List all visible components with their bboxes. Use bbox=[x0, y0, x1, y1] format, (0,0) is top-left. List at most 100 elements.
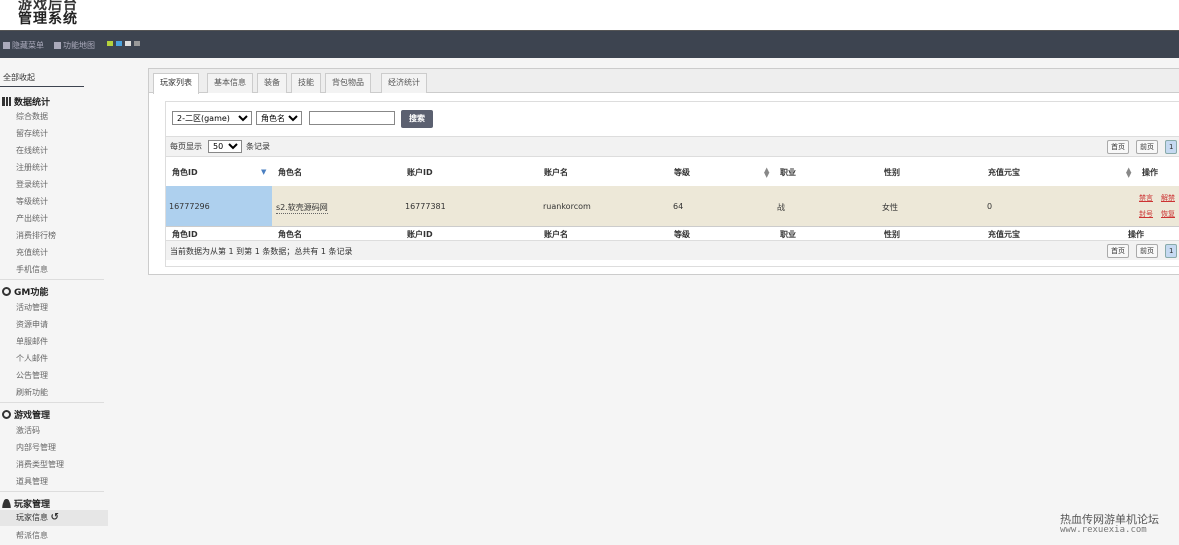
sidebar-item[interactable]: 单服邮件 bbox=[16, 336, 48, 347]
cell-recharge: 0 bbox=[987, 202, 993, 211]
sidebar-item[interactable]: 活动管理 bbox=[16, 302, 48, 313]
sidebar-item[interactable]: 道具管理 bbox=[16, 476, 48, 487]
prev-page-button[interactable]: 前页 bbox=[1136, 140, 1158, 154]
sidebar-item[interactable]: 激活码 bbox=[16, 425, 40, 436]
col-job[interactable]: 职业 bbox=[780, 167, 796, 178]
col-gender[interactable]: 性别 bbox=[884, 167, 900, 178]
table-row[interactable]: 16777296 s2.软壳源码网 16777381 ruankorcom 64… bbox=[166, 186, 1179, 226]
collapse-all-link[interactable]: 全部收起 bbox=[3, 72, 35, 83]
foot-job: 职业 bbox=[780, 230, 796, 239]
sidebar-item[interactable]: 充值统计 bbox=[16, 247, 48, 258]
first-page-button[interactable]: 首页 bbox=[1107, 244, 1129, 258]
col-account-name[interactable]: 账户名 bbox=[544, 167, 568, 178]
menu-icon bbox=[3, 42, 10, 49]
foot-gender: 性别 bbox=[884, 230, 900, 239]
tab-player-list[interactable]: 玩家列表 bbox=[153, 73, 199, 94]
sidebar-group-players[interactable]: 玩家管理 bbox=[2, 497, 50, 510]
sidebar-item[interactable]: 登录统计 bbox=[16, 179, 48, 190]
sidebar-item[interactable]: 个人邮件 bbox=[16, 353, 48, 364]
pager-top: 每页显示 50 条记录 首页 前页 1 bbox=[166, 136, 1179, 156]
tab-economy[interactable]: 经济统计 bbox=[381, 73, 427, 93]
cell-account-id: 16777381 bbox=[405, 202, 446, 211]
col-role-id[interactable]: 角色ID bbox=[172, 167, 198, 178]
col-recharge[interactable]: 充值元宝 bbox=[988, 167, 1020, 178]
tab-equipment[interactable]: 装备 bbox=[257, 73, 287, 93]
search-row: 2-二区(game) 角色名 搜索 bbox=[166, 102, 1179, 136]
sidebar-item[interactable]: 内部号管理 bbox=[16, 442, 56, 453]
tab-backpack[interactable]: 背包物品 bbox=[325, 73, 371, 93]
sidebar-item[interactable]: 消费排行榜 bbox=[16, 230, 56, 241]
sidebar-item[interactable]: 产出统计 bbox=[16, 213, 48, 224]
sort-icon[interactable]: ▼ bbox=[764, 171, 769, 179]
sort-desc-icon[interactable]: ▼ bbox=[261, 168, 266, 176]
foot-account-name: 账户名 bbox=[544, 230, 568, 239]
unmute-link[interactable]: 解禁 bbox=[1161, 193, 1175, 203]
gear-icon bbox=[2, 287, 11, 296]
cell-account-name: ruankorcom bbox=[543, 202, 591, 211]
sidebar-item[interactable]: 帮派信息 bbox=[16, 530, 48, 541]
page-number-button[interactable]: 1 bbox=[1165, 140, 1178, 154]
foot-level: 等级 bbox=[674, 230, 690, 239]
restore-link[interactable]: 恢复 bbox=[1161, 209, 1175, 219]
col-level[interactable]: 等级 bbox=[674, 167, 690, 178]
bar-chart-icon bbox=[2, 97, 11, 106]
server-select[interactable]: 2-二区(game) bbox=[172, 111, 252, 125]
cell-role-name[interactable]: s2.软壳源码网 bbox=[276, 202, 328, 214]
col-role-name[interactable]: 角色名 bbox=[278, 167, 302, 178]
sidebar-group-stats[interactable]: 数据统计 bbox=[2, 95, 50, 108]
divider bbox=[0, 402, 104, 403]
prev-page-button[interactable]: 前页 bbox=[1136, 244, 1158, 258]
per-page-select[interactable]: 50 bbox=[208, 140, 242, 153]
foot-actions: 操作 bbox=[1128, 230, 1144, 239]
per-page-label: 每页显示 bbox=[170, 142, 202, 151]
search-button[interactable]: 搜索 bbox=[401, 110, 433, 128]
sidebar-item[interactable]: 综合数据 bbox=[16, 111, 48, 122]
theme-swatch-light[interactable] bbox=[125, 41, 131, 46]
gear-icon bbox=[2, 410, 11, 419]
search-input[interactable] bbox=[309, 111, 395, 125]
cell-role-id: 16777296 bbox=[169, 202, 210, 211]
sidebar-item-player-info[interactable]: 玩家信息 ↺ bbox=[0, 510, 108, 526]
logo: 游戏后台 管理系统 bbox=[0, 0, 200, 30]
sidebar-item[interactable]: 注册统计 bbox=[16, 162, 48, 173]
sidebar: 全部收起 数据统计 综合数据 留存统计 在线统计 注册统计 登录统计 等级统计 … bbox=[0, 58, 112, 545]
foot-role-name: 角色名 bbox=[278, 230, 302, 239]
feature-map-link[interactable]: 功能地图 bbox=[54, 40, 95, 51]
sidebar-item[interactable]: 等级统计 bbox=[16, 196, 48, 207]
search-field-select[interactable]: 角色名 bbox=[256, 111, 302, 125]
col-actions: 操作 bbox=[1142, 168, 1158, 177]
tab-skills[interactable]: 技能 bbox=[291, 73, 321, 93]
col-account-id[interactable]: 账户ID bbox=[407, 167, 433, 178]
refresh-icon: ↺ bbox=[50, 512, 59, 523]
table-header: 角色ID ▼ 角色名 账户ID 账户名 等级 ▲ ▼ 职业 性别 充值元宝 ▲ … bbox=[166, 156, 1179, 186]
grid-icon bbox=[54, 42, 61, 49]
sidebar-group-game[interactable]: 游戏管理 bbox=[2, 408, 50, 421]
mute-link[interactable]: 禁言 bbox=[1139, 193, 1153, 203]
first-page-button[interactable]: 首页 bbox=[1107, 140, 1129, 154]
pager-bottom: 当前数据为从第 1 到第 1 条数据；总共有 1 条记录 首页 前页 1 bbox=[166, 240, 1179, 260]
ban-link[interactable]: 封号 bbox=[1139, 209, 1153, 219]
tab-basic-info[interactable]: 基本信息 bbox=[207, 73, 253, 93]
cell-level: 64 bbox=[673, 202, 684, 211]
watermark-url: www.rexuexia.com bbox=[1060, 525, 1147, 535]
top-navbar: 隐藏菜单 功能地图 bbox=[0, 30, 1179, 58]
theme-swatch-blue[interactable] bbox=[116, 41, 122, 46]
sidebar-item[interactable]: 手机信息 bbox=[16, 264, 48, 275]
divider bbox=[0, 491, 104, 492]
page-number-button[interactable]: 1 bbox=[1165, 244, 1178, 258]
tab-bar: 玩家列表 基本信息 装备 技能 背包物品 经济统计 bbox=[149, 69, 1179, 94]
sidebar-item[interactable]: 公告管理 bbox=[16, 370, 48, 381]
foot-recharge: 充值元宝 bbox=[988, 230, 1020, 239]
sidebar-item[interactable]: 刷新功能 bbox=[16, 387, 48, 398]
theme-swatch-gray[interactable] bbox=[134, 41, 140, 46]
hide-menu-link[interactable]: 隐藏菜单 bbox=[3, 40, 44, 51]
sidebar-group-gm[interactable]: GM功能 bbox=[2, 285, 48, 298]
sidebar-item[interactable]: 留存统计 bbox=[16, 128, 48, 139]
sidebar-item[interactable]: 资源申请 bbox=[16, 319, 48, 330]
sidebar-item[interactable]: 消费类型管理 bbox=[16, 459, 64, 470]
player-list-panel: 2-二区(game) 角色名 搜索 每页显示 50 条记录 首页 前页 1 角色… bbox=[165, 101, 1179, 267]
theme-swatch-green[interactable] bbox=[107, 41, 113, 46]
sort-icon[interactable]: ▼ bbox=[1126, 171, 1131, 179]
sidebar-item[interactable]: 在线统计 bbox=[16, 145, 48, 156]
foot-account-id: 账户ID bbox=[407, 230, 433, 239]
